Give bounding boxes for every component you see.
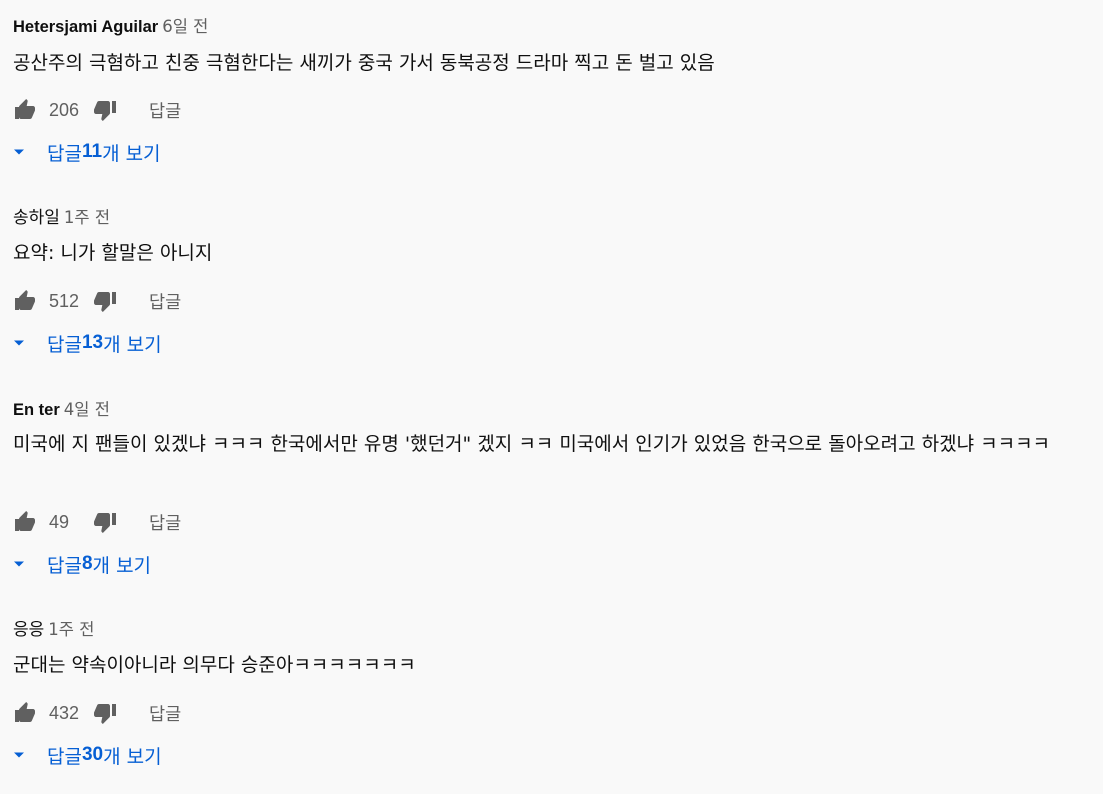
- comment-text: 군대는 약속이아니라 의무다 승준아ㅋㅋㅋㅋㅋㅋㅋ: [13, 654, 416, 676]
- replies-suffix: 개 보기: [103, 745, 162, 768]
- caret-down-icon: [13, 337, 25, 349]
- replies-prefix: 답글: [47, 554, 82, 577]
- thumbs-down-icon: [94, 513, 116, 533]
- comment-timestamp[interactable]: 1주 전: [64, 208, 110, 227]
- view-replies-button[interactable]: 답글 8개 보기: [13, 550, 151, 578]
- replies-count: 30: [81, 744, 104, 765]
- caret-down-icon: [13, 558, 25, 570]
- thumbs-up-icon: [15, 290, 35, 310]
- like-count: 206: [49, 99, 80, 120]
- comment-author[interactable]: 응응: [13, 620, 44, 640]
- replies-count: 11: [81, 141, 103, 162]
- comment-header: En ter 4일 전: [13, 399, 110, 421]
- caret-down-icon: [13, 146, 25, 158]
- comment-actions: 206 답글: [13, 97, 181, 123]
- replies-suffix: 개 보기: [102, 142, 161, 165]
- comment-header: 응응 1주 전: [13, 619, 94, 641]
- like-button[interactable]: [13, 510, 37, 534]
- dislike-button[interactable]: [93, 510, 117, 534]
- like-button[interactable]: [13, 98, 37, 122]
- replies-suffix: 개 보기: [103, 333, 162, 356]
- replies-suffix: 개 보기: [92, 554, 152, 577]
- dislike-button[interactable]: [93, 701, 117, 725]
- replies-prefix: 답글: [47, 142, 82, 165]
- comment-timestamp[interactable]: 6일 전: [162, 17, 208, 36]
- view-replies-button[interactable]: 답글 11 개 보기: [13, 138, 161, 166]
- comment-text: 공산주의 극혐하고 친중 극혐한다는 새끼가 중국 가서 동북공정 드라마 찍고…: [13, 52, 715, 74]
- thumbs-up-icon: [15, 99, 35, 119]
- comment-header: 송하일 1주 전: [13, 207, 110, 229]
- like-button[interactable]: [13, 289, 37, 313]
- dislike-button[interactable]: [93, 289, 117, 313]
- caret-down-icon: [13, 749, 25, 761]
- thumbs-down-icon: [94, 292, 116, 312]
- like-button[interactable]: [13, 701, 37, 725]
- comment-text: 요약: 니가 할말은 아니지: [13, 242, 213, 264]
- comment-timestamp[interactable]: 4일 전: [64, 400, 110, 419]
- comment-actions: 432 답글: [13, 700, 181, 726]
- comment-author[interactable]: Hetersjami Aguilar: [13, 18, 158, 36]
- like-count: 432: [49, 702, 80, 723]
- reply-button[interactable]: 답글: [149, 98, 181, 123]
- view-replies-button[interactable]: 답글 30 개 보기: [13, 741, 162, 769]
- replies-count: 8: [81, 553, 93, 574]
- comment-actions: 49 답글: [13, 509, 181, 535]
- comment-author[interactable]: En ter: [13, 401, 60, 419]
- dislike-button[interactable]: [93, 98, 117, 122]
- reply-button[interactable]: 답글: [149, 289, 181, 314]
- thumbs-down-icon: [94, 101, 116, 121]
- comment-text: 미국에 지 팬들이 있겠냐 ㅋㅋㅋ 한국에서만 유명 '했던거" 겠지 ㅋㅋ 미…: [13, 433, 1051, 455]
- view-replies-button[interactable]: 답글 13 개 보기: [13, 329, 162, 357]
- reply-button[interactable]: 답글: [149, 510, 181, 535]
- comment-author[interactable]: 송하일: [13, 208, 60, 228]
- comment-actions: 512 답글: [13, 288, 181, 314]
- comment-timestamp[interactable]: 1주 전: [48, 620, 94, 639]
- thumbs-down-icon: [94, 704, 116, 724]
- replies-count: 13: [81, 332, 104, 353]
- like-count: 49: [49, 511, 70, 532]
- replies-prefix: 답글: [47, 745, 82, 768]
- thumbs-up-icon: [15, 702, 35, 722]
- comment-header: Hetersjami Aguilar 6일 전: [13, 16, 208, 38]
- thumbs-up-icon: [15, 511, 35, 531]
- reply-button[interactable]: 답글: [149, 701, 181, 726]
- like-count: 512: [49, 290, 80, 311]
- replies-prefix: 답글: [47, 333, 82, 356]
